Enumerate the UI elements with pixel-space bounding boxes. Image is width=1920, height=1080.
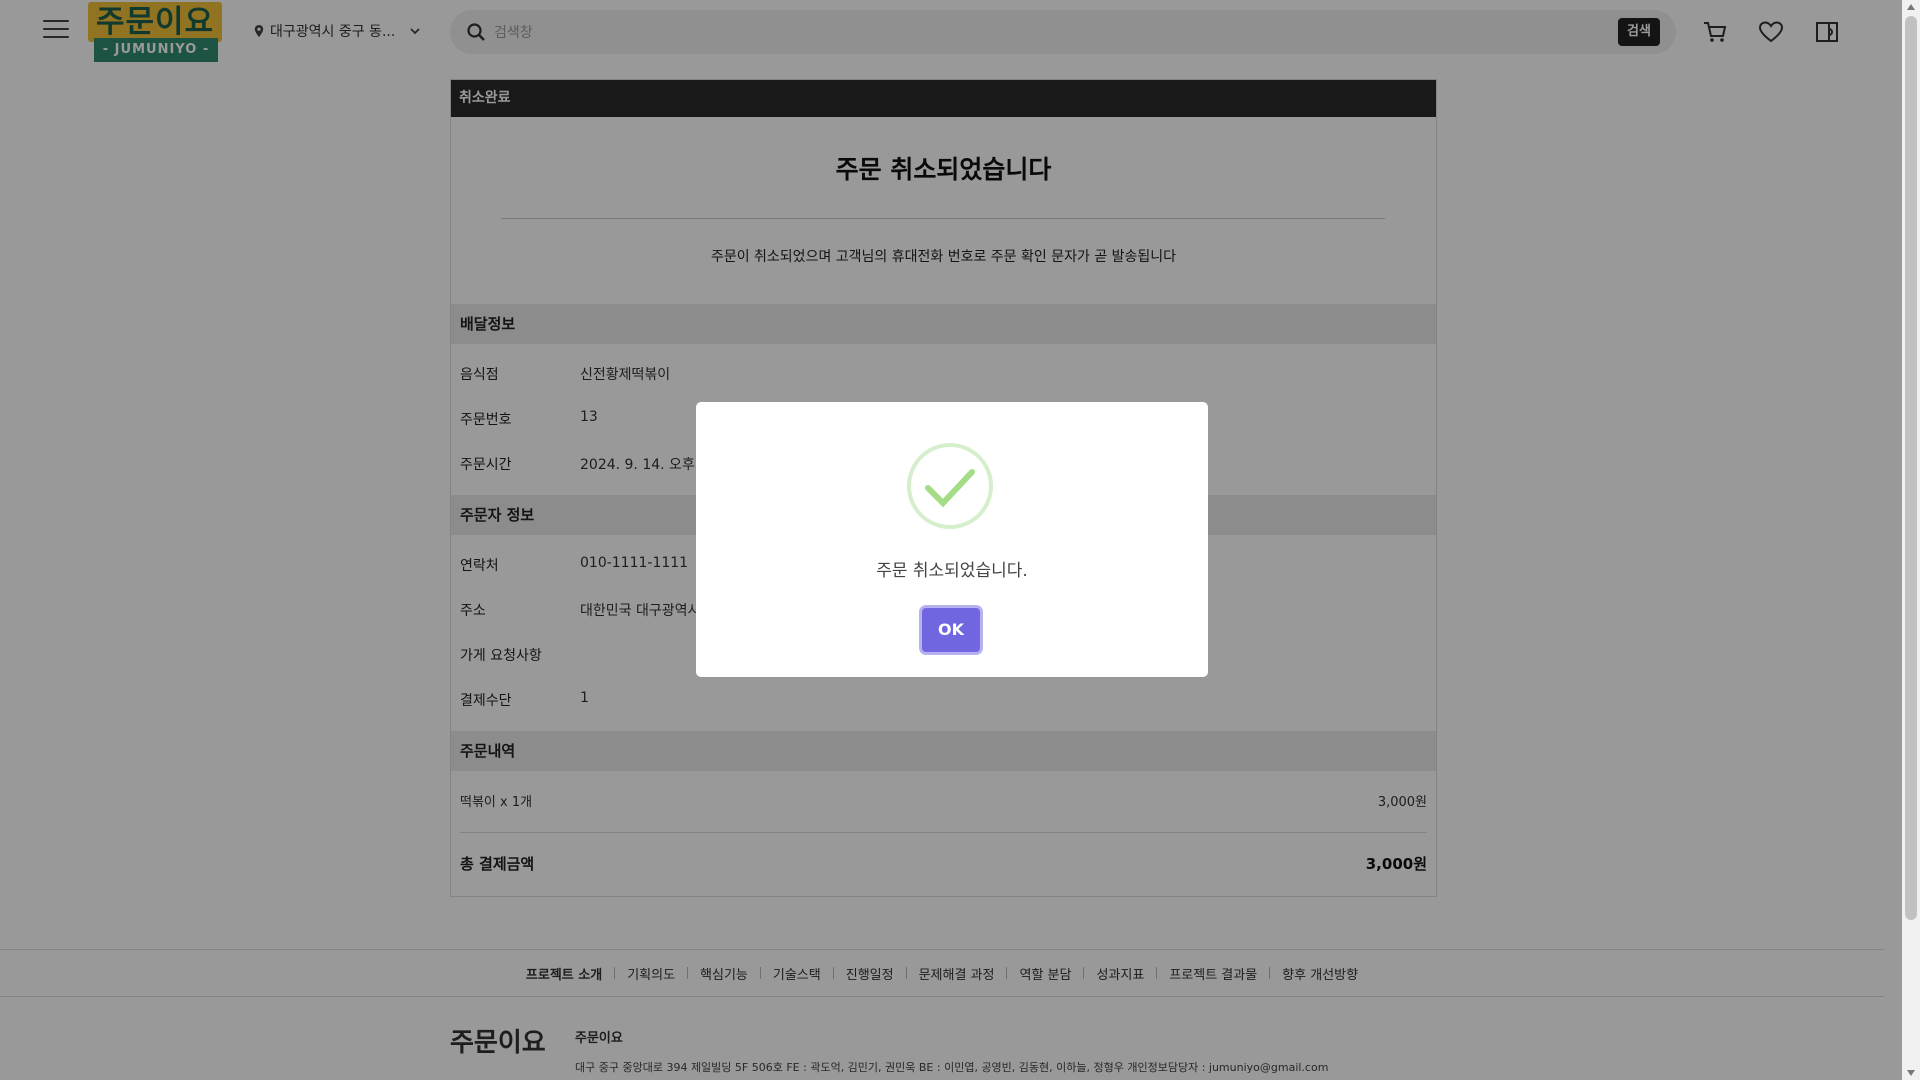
scroll-thumb[interactable] <box>1905 16 1917 920</box>
check-icon <box>907 443 993 529</box>
scroll-up-arrow[interactable] <box>1907 4 1915 10</box>
scrollbar[interactable] <box>1902 0 1920 1080</box>
dialog-message: 주문 취소되었습니다. <box>876 561 1028 581</box>
ok-button[interactable]: OK <box>922 608 980 652</box>
modal-overlay: 주문 취소되었습니다. OK <box>0 0 1902 1080</box>
alert-dialog: 주문 취소되었습니다. OK <box>696 402 1208 677</box>
scroll-down-arrow[interactable] <box>1907 1070 1915 1076</box>
